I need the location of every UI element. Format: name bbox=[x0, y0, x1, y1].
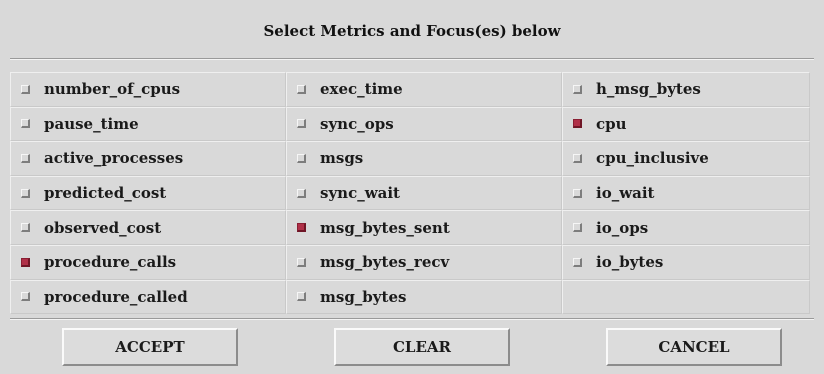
metric-checkbox-1[interactable]: exec_time bbox=[286, 72, 562, 107]
metric-label: predicted_cost bbox=[44, 184, 167, 203]
metric-label: io_wait bbox=[596, 184, 655, 203]
metric-label: io_bytes bbox=[596, 253, 664, 272]
metric-checkbox-12[interactable]: observed_cost bbox=[10, 210, 286, 245]
metric-checkbox-13[interactable]: msg_bytes_sent bbox=[286, 210, 562, 245]
metric-label: h_msg_bytes bbox=[596, 80, 701, 99]
metric-checkbox-7[interactable]: msgs bbox=[286, 141, 562, 176]
metric-label: msgs bbox=[320, 149, 364, 168]
metric-checkbox-9[interactable]: predicted_cost bbox=[10, 175, 286, 211]
metric-label: cpu bbox=[596, 114, 627, 133]
checkbox-indicator[interactable] bbox=[297, 119, 306, 129]
checkbox-indicator[interactable] bbox=[573, 257, 582, 267]
metric-checkbox-0[interactable]: number_of_cpus bbox=[10, 72, 286, 107]
checkbox-indicator[interactable] bbox=[21, 223, 30, 233]
metric-label: procedure_called bbox=[44, 287, 188, 306]
checkbox-indicator[interactable] bbox=[297, 223, 306, 233]
metric-label: cpu_inclusive bbox=[596, 149, 709, 168]
metric-checkbox-6[interactable]: active_processes bbox=[10, 141, 286, 176]
top-divider bbox=[10, 58, 814, 60]
checkbox-indicator[interactable] bbox=[573, 223, 582, 233]
checkbox-indicator[interactable] bbox=[21, 257, 30, 267]
metrics-grid: number_of_cpus exec_time h_msg_bytes pau… bbox=[10, 72, 810, 315]
metric-label: msg_bytes_sent bbox=[320, 218, 450, 237]
metric-label: sync_ops bbox=[320, 114, 394, 133]
checkbox-indicator[interactable] bbox=[21, 119, 30, 129]
checkbox-indicator[interactable] bbox=[297, 84, 306, 94]
checkbox-indicator[interactable] bbox=[297, 153, 306, 163]
checkbox-indicator[interactable] bbox=[21, 153, 30, 163]
cancel-button[interactable]: CANCEL bbox=[606, 328, 782, 366]
checkbox-indicator[interactable] bbox=[21, 292, 30, 302]
metric-checkbox-2[interactable]: h_msg_bytes bbox=[562, 72, 810, 107]
metric-checkbox-4[interactable]: sync_ops bbox=[286, 106, 562, 142]
metric-checkbox-17[interactable]: io_bytes bbox=[562, 244, 810, 280]
checkbox-indicator[interactable] bbox=[573, 188, 582, 198]
checkbox-indicator[interactable] bbox=[573, 84, 582, 94]
metric-checkbox-14[interactable]: io_ops bbox=[562, 210, 810, 245]
metric-checkbox-15[interactable]: procedure_calls bbox=[10, 244, 286, 280]
checkbox-indicator[interactable] bbox=[573, 153, 582, 163]
dialog-title: Select Metrics and Focus(es) below bbox=[263, 22, 561, 40]
metric-checkbox-11[interactable]: io_wait bbox=[562, 175, 810, 211]
checkbox-indicator[interactable] bbox=[297, 257, 306, 267]
metric-label: msg_bytes_recv bbox=[320, 253, 450, 272]
metric-checkbox-3[interactable]: pause_time bbox=[10, 106, 286, 142]
checkbox-indicator[interactable] bbox=[297, 188, 306, 198]
metric-checkbox-5[interactable]: cpu bbox=[562, 106, 810, 142]
checkbox-indicator[interactable] bbox=[21, 188, 30, 198]
metric-label: number_of_cpus bbox=[44, 80, 181, 99]
metric-label: active_processes bbox=[44, 149, 184, 168]
metric-label: sync_wait bbox=[320, 184, 400, 203]
clear-button[interactable]: CLEAR bbox=[334, 328, 510, 366]
checkbox-indicator[interactable] bbox=[573, 119, 582, 129]
metric-checkbox-10[interactable]: sync_wait bbox=[286, 175, 562, 211]
metric-label: io_ops bbox=[596, 218, 649, 237]
checkbox-indicator[interactable] bbox=[21, 84, 30, 94]
accept-button[interactable]: ACCEPT bbox=[62, 328, 238, 366]
metric-label: msg_bytes bbox=[320, 287, 407, 306]
checkbox-indicator[interactable] bbox=[297, 292, 306, 302]
metric-label: pause_time bbox=[44, 114, 139, 133]
metric-label: procedure_calls bbox=[44, 253, 177, 272]
bottom-divider bbox=[10, 318, 814, 320]
metric-checkbox-16[interactable]: msg_bytes_recv bbox=[286, 244, 562, 280]
metric-checkbox-19[interactable]: msg_bytes bbox=[286, 279, 562, 315]
metric-label: exec_time bbox=[320, 80, 403, 99]
empty-cell bbox=[562, 279, 810, 315]
metric-label: observed_cost bbox=[44, 218, 162, 237]
metric-checkbox-18[interactable]: procedure_called bbox=[10, 279, 286, 315]
metric-checkbox-8[interactable]: cpu_inclusive bbox=[562, 141, 810, 176]
select-metrics-dialog: Select Metrics and Focus(es) below numbe… bbox=[0, 0, 824, 374]
